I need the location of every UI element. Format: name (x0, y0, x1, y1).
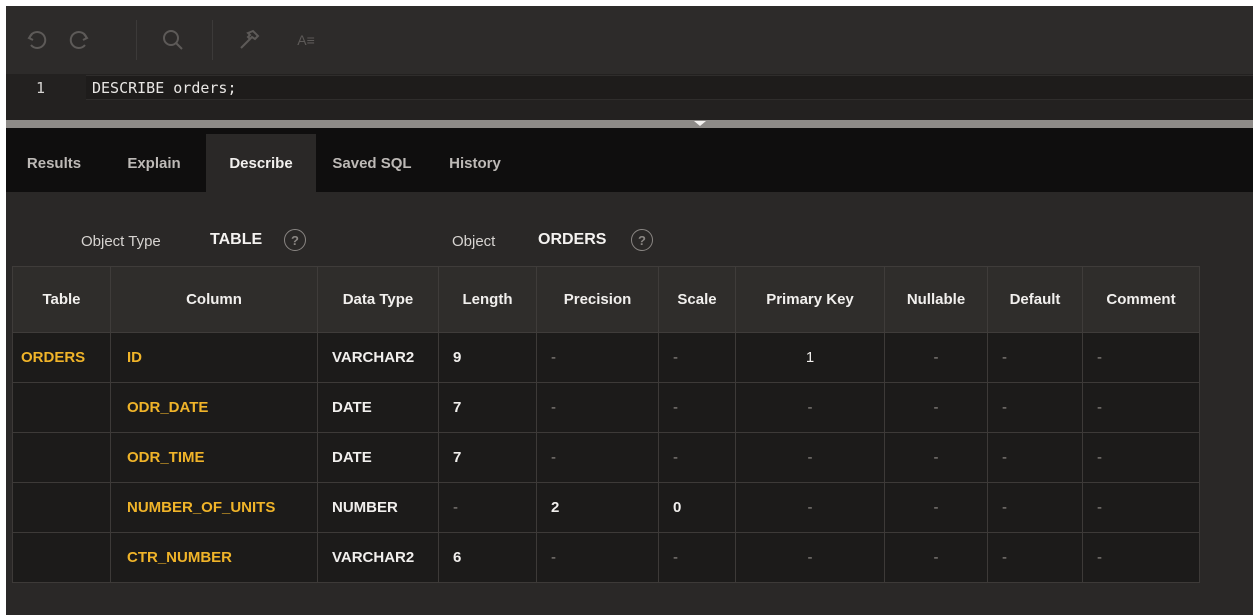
column-header[interactable]: Default (987, 266, 1083, 333)
undo-icon[interactable] (22, 24, 52, 56)
table-cell: - (735, 532, 885, 583)
describe-table: Table Column Data Type Length Precision … (12, 266, 1200, 583)
object-value: ORDERS (538, 231, 607, 248)
table-cell: - (987, 482, 1083, 533)
table-cell: - (987, 432, 1083, 483)
table-cell: 7 (438, 432, 537, 483)
table-cell: ORDERS (12, 332, 111, 383)
sql-workshop-window: A≡ 1 DESCRIBE orders; Results Explain De… (6, 6, 1253, 615)
table-cell: DATE (317, 382, 439, 433)
table-cell (12, 532, 111, 583)
table-row: NUMBER_OF_UNITS NUMBER - 2 0 - - - - (12, 482, 1200, 533)
table-cell: - (1082, 382, 1200, 433)
column-header[interactable]: Data Type (317, 266, 439, 333)
object-type-value: TABLE (210, 231, 263, 248)
table-cell: - (1082, 482, 1200, 533)
table-cell: - (658, 432, 736, 483)
table-cell: NUMBER_OF_UNITS (110, 482, 318, 533)
table-cell: - (658, 382, 736, 433)
table-cell: 9 (438, 332, 537, 383)
table-cell (12, 432, 111, 483)
table-cell: - (1082, 532, 1200, 583)
column-header[interactable]: Length (438, 266, 537, 333)
table-row: ORDERS ID VARCHAR2 9 - - 1 - - - (12, 332, 1200, 383)
toolbar-divider (212, 20, 213, 60)
table-cell: 7 (438, 382, 537, 433)
table-cell: CTR_NUMBER (110, 532, 318, 583)
object-help-icon[interactable]: ? (631, 229, 653, 251)
table-cell: - (735, 432, 885, 483)
toolbar-divider (136, 20, 137, 60)
column-header[interactable]: Table (12, 266, 111, 333)
redo-icon[interactable] (64, 24, 94, 56)
table-row: ODR_DATE DATE 7 - - - - - - (12, 382, 1200, 433)
table-cell: 2 (536, 482, 659, 533)
hammer-icon[interactable] (232, 24, 266, 56)
table-cell: DATE (317, 432, 439, 483)
table-cell: 0 (658, 482, 736, 533)
current-line-highlight (86, 75, 1253, 100)
table-cell: - (884, 482, 988, 533)
column-header[interactable]: Comment (1082, 266, 1200, 333)
results-tab-bar: Results Explain Describe Saved SQL Histo… (6, 128, 1253, 192)
collapse-arrow-icon[interactable] (694, 121, 706, 126)
table-cell: - (536, 382, 659, 433)
table-cell: - (987, 332, 1083, 383)
tab-history[interactable]: History (428, 134, 522, 192)
tab-describe[interactable]: Describe (206, 134, 316, 192)
table-cell: ODR_DATE (110, 382, 318, 433)
table-row: ODR_TIME DATE 7 - - - - - - (12, 432, 1200, 483)
table-cell: - (658, 332, 736, 383)
table-cell: NUMBER (317, 482, 439, 533)
table-cell: VARCHAR2 (317, 532, 439, 583)
table-cell: VARCHAR2 (317, 332, 439, 383)
object-label: Object (452, 233, 496, 250)
table-header-row: Table Column Data Type Length Precision … (12, 266, 1200, 333)
table-cell: - (536, 432, 659, 483)
table-cell (12, 382, 111, 433)
column-header[interactable]: Nullable (884, 266, 988, 333)
table-cell: - (536, 332, 659, 383)
table-cell: - (884, 332, 988, 383)
table-cell: - (884, 382, 988, 433)
editor-padding (6, 102, 1253, 120)
tab-explain[interactable]: Explain (102, 134, 206, 192)
table-cell: - (1082, 332, 1200, 383)
table-cell: - (735, 482, 885, 533)
code-text[interactable]: DESCRIBE orders; (92, 79, 237, 97)
table-cell: 1 (735, 332, 885, 383)
object-type-help-icon[interactable]: ? (284, 229, 306, 251)
table-cell: - (884, 532, 988, 583)
table-cell: ODR_TIME (110, 432, 318, 483)
table-cell: - (658, 532, 736, 583)
table-cell: ID (110, 332, 318, 383)
format-icon[interactable]: A≡ (288, 24, 324, 56)
column-header[interactable]: Precision (536, 266, 659, 333)
column-header[interactable]: Primary Key (735, 266, 885, 333)
table-cell: - (735, 382, 885, 433)
editor-toolbar: A≡ (6, 6, 1253, 74)
line-number: 1 (36, 79, 46, 97)
table-cell: - (987, 532, 1083, 583)
column-header[interactable]: Scale (658, 266, 736, 333)
table-cell: - (438, 482, 537, 533)
table-cell: - (1082, 432, 1200, 483)
table-cell: - (884, 432, 988, 483)
tab-saved-sql[interactable]: Saved SQL (316, 134, 428, 192)
table-cell (12, 482, 111, 533)
object-type-label: Object Type (81, 233, 161, 250)
table-cell: 6 (438, 532, 537, 583)
table-cell: - (536, 532, 659, 583)
tab-results[interactable]: Results (6, 134, 102, 192)
search-icon[interactable] (156, 24, 190, 56)
table-row: CTR_NUMBER VARCHAR2 6 - - - - - - (12, 532, 1200, 583)
table-cell: - (987, 382, 1083, 433)
column-header[interactable]: Column (110, 266, 318, 333)
panel-splitter[interactable] (6, 120, 1253, 128)
